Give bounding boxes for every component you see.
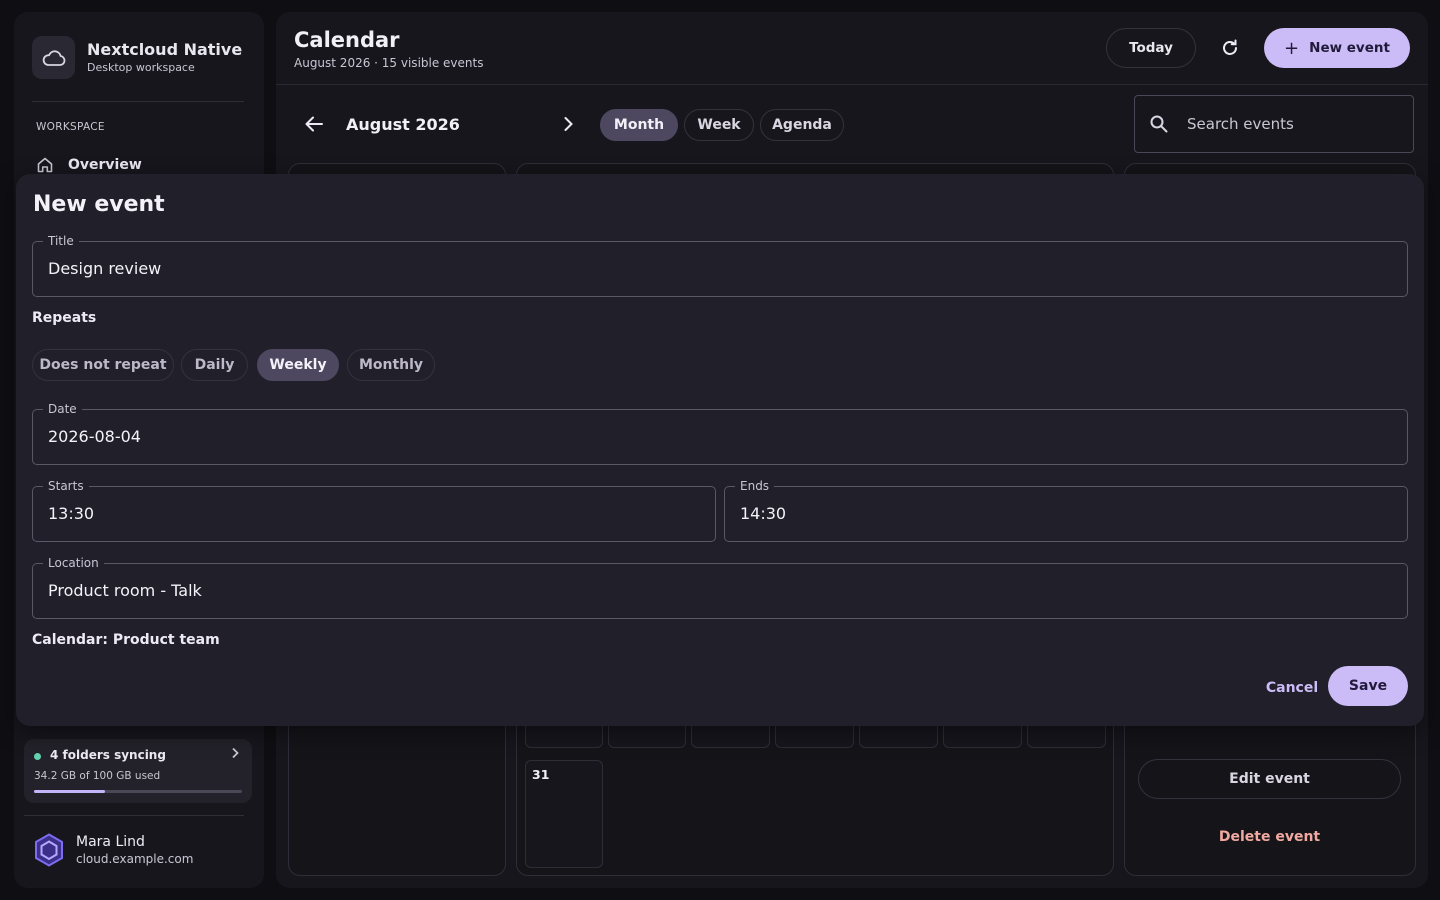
sidebar-divider [24, 815, 244, 816]
user-name: Mara Lind [76, 834, 145, 850]
new-event-dialog: New event Title Design review Repeats Do… [16, 174, 1424, 726]
tab-month[interactable]: Month [600, 109, 678, 141]
new-event-button[interactable]: + New event [1264, 28, 1410, 68]
date-field-value: 2026-08-04 [48, 427, 141, 446]
date-field-label: Date [43, 402, 82, 416]
location-field[interactable]: Location Product room - Talk [32, 556, 1408, 619]
page-subtitle: August 2026 · 15 visible events [294, 56, 484, 70]
sync-status-card[interactable]: 4 folders syncing 34.2 GB of 100 GB used [24, 739, 252, 803]
repeat-option-none[interactable]: Does not repeat [32, 349, 174, 381]
sidebar-item-label: Overview [68, 157, 142, 173]
cancel-button[interactable]: Cancel [1260, 676, 1324, 700]
date-field[interactable]: Date 2026-08-04 [32, 402, 1408, 465]
tab-week[interactable]: Week [684, 109, 754, 141]
avatar [32, 832, 66, 868]
repeat-option-daily[interactable]: Daily [181, 349, 248, 381]
user-account[interactable]: Mara Lind cloud.example.com [32, 832, 193, 868]
edit-event-button[interactable]: Edit event [1138, 759, 1401, 799]
starts-field-label: Starts [43, 479, 89, 493]
sync-status-dot [34, 753, 41, 760]
home-icon [36, 156, 54, 174]
title-field-value: Design review [48, 259, 162, 278]
search-field[interactable] [1134, 95, 1414, 153]
storage-progress-bar [34, 790, 242, 793]
sync-usage: 34.2 GB of 100 GB used [34, 770, 161, 782]
chevron-right-icon [230, 747, 240, 763]
user-host: cloud.example.com [76, 852, 194, 866]
new-event-label: New event [1309, 40, 1390, 56]
search-input[interactable] [1187, 115, 1387, 133]
today-button[interactable]: Today [1106, 28, 1196, 68]
location-field-value: Product room - Talk [48, 581, 202, 600]
delete-event-button[interactable]: Delete event [1138, 824, 1401, 850]
plus-icon: + [1284, 37, 1300, 59]
save-button[interactable]: Save [1328, 666, 1408, 706]
day-cell-31[interactable]: 31 [525, 760, 603, 868]
ends-field[interactable]: Ends 14:30 [724, 479, 1408, 542]
repeat-option-weekly[interactable]: Weekly [257, 349, 339, 381]
starts-field-value: 13:30 [48, 504, 95, 523]
refresh-icon[interactable] [1216, 34, 1244, 62]
page-title: Calendar [294, 28, 400, 52]
tab-agenda[interactable]: Agenda [760, 109, 844, 141]
ends-field-label: Ends [735, 479, 775, 493]
storage-progress-fill [34, 790, 106, 793]
day-number: 31 [532, 767, 550, 782]
dialog-title: New event [33, 192, 165, 217]
sidebar-item-overview[interactable]: Overview [36, 156, 142, 174]
search-icon [1149, 114, 1169, 134]
sidebar-divider [32, 101, 244, 102]
current-month-label: August 2026 [346, 115, 460, 134]
starts-field[interactable]: Starts 13:30 [32, 479, 716, 542]
sync-title: 4 folders syncing [50, 748, 166, 762]
arrow-left-icon[interactable] [302, 112, 326, 136]
chevron-right-icon[interactable] [556, 112, 580, 136]
title-field-label: Title [43, 234, 79, 248]
brand: Nextcloud Native Desktop workspace [32, 36, 242, 79]
calendar-selection[interactable]: Calendar: Product team [32, 632, 220, 648]
repeats-label: Repeats [32, 310, 97, 326]
title-field[interactable]: Title Design review [32, 234, 1408, 297]
cloud-icon [32, 36, 75, 79]
ends-field-value: 14:30 [740, 504, 787, 523]
brand-title: Nextcloud Native [87, 39, 243, 59]
repeat-option-monthly[interactable]: Monthly [347, 349, 435, 381]
brand-subtitle: Desktop workspace [87, 60, 195, 74]
header-divider [276, 84, 1428, 85]
sidebar-section-label: WORKSPACE [36, 121, 105, 133]
location-field-label: Location [43, 556, 104, 570]
